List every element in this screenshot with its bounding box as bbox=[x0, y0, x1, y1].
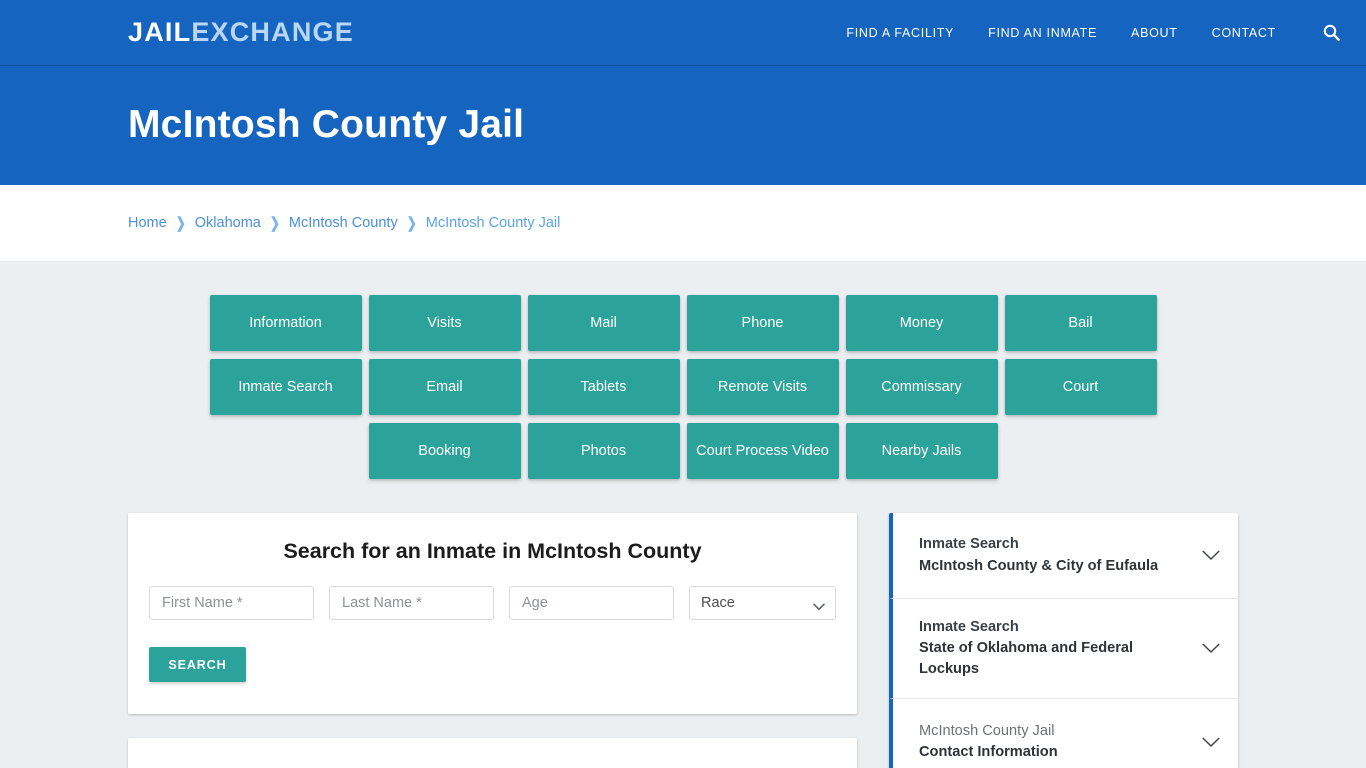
sidebar-item-text: McIntosh County Jail Contact Information bbox=[919, 721, 1190, 763]
breadcrumb-separator-icon: ❯ bbox=[406, 214, 417, 232]
left-column: Search for an Inmate in McIntosh County … bbox=[128, 513, 857, 768]
jail-information-card: McIntosh County Jail Information bbox=[128, 738, 857, 768]
tab-money[interactable]: Money bbox=[845, 295, 998, 351]
sidebar-item-inmate-search-county[interactable]: Inmate Search McIntosh County & City of … bbox=[889, 513, 1238, 599]
nav-item-about[interactable]: ABOUT bbox=[1131, 26, 1178, 40]
race-select[interactable]: Race bbox=[689, 586, 836, 620]
age-input[interactable] bbox=[509, 586, 674, 620]
breadcrumb-item-mcintosh-county[interactable]: McIntosh County bbox=[289, 215, 398, 231]
site-logo[interactable]: JAILEXCHANGE bbox=[128, 19, 354, 46]
nav-item-find-a-facility[interactable]: FIND A FACILITY bbox=[846, 26, 954, 40]
tab-booking[interactable]: Booking bbox=[368, 423, 521, 479]
sidebar-item-line1: McIntosh County Jail bbox=[919, 723, 1055, 740]
tab-tablets[interactable]: Tablets bbox=[527, 359, 680, 415]
last-name-input[interactable] bbox=[329, 586, 494, 620]
tab-phone[interactable]: Phone bbox=[686, 295, 839, 351]
breadcrumb-bar: Home ❯ Oklahoma ❯ McIntosh County ❯ McIn… bbox=[0, 185, 1366, 262]
tab-commissary[interactable]: Commissary bbox=[845, 359, 998, 415]
breadcrumb-item-oklahoma[interactable]: Oklahoma bbox=[195, 215, 261, 231]
tab-inmate-search[interactable]: Inmate Search bbox=[209, 359, 362, 415]
tab-court-process-video[interactable]: Court Process Video bbox=[686, 423, 839, 479]
tab-mail[interactable]: Mail bbox=[527, 295, 680, 351]
nav-item-contact[interactable]: CONTACT bbox=[1212, 26, 1276, 40]
inmate-search-heading: Search for an Inmate in McIntosh County bbox=[283, 539, 702, 563]
logo-text-secondary: EXCHANGE bbox=[191, 17, 354, 47]
sidebar-accordion: Inmate Search McIntosh County & City of … bbox=[889, 513, 1238, 768]
sidebar-item-line1: Inmate Search bbox=[919, 536, 1019, 553]
sidebar-item-inmate-search-state[interactable]: Inmate Search State of Oklahoma and Fede… bbox=[889, 599, 1238, 700]
tab-information[interactable]: Information bbox=[209, 295, 362, 351]
hero-banner: McIntosh County Jail bbox=[0, 65, 1366, 185]
breadcrumb-separator-icon: ❯ bbox=[269, 214, 280, 232]
sidebar-item-text: Inmate Search McIntosh County & City of … bbox=[919, 534, 1190, 576]
sidebar-item-line2: State of Oklahoma and Federal Lockups bbox=[919, 640, 1134, 678]
breadcrumb-item-current[interactable]: McIntosh County Jail bbox=[426, 215, 561, 231]
chevron-down-icon[interactable] bbox=[1200, 545, 1222, 567]
chevron-down-icon[interactable] bbox=[1200, 638, 1222, 660]
tab-court[interactable]: Court bbox=[1004, 359, 1157, 415]
sidebar-item-line2: McIntosh County & City of Eufaula bbox=[919, 557, 1159, 574]
sidebar-item-text: Inmate Search State of Oklahoma and Fede… bbox=[919, 617, 1190, 680]
breadcrumb-separator-icon: ❯ bbox=[175, 214, 186, 232]
logo-text-primary: JAIL bbox=[128, 17, 192, 47]
page-body: Information Visits Mail Phone Money Bail… bbox=[0, 262, 1366, 768]
search-icon[interactable] bbox=[1320, 22, 1342, 44]
top-navigation-bar: JAILEXCHANGE FIND A FACILITY FIND AN INM… bbox=[0, 0, 1366, 65]
right-column: Inmate Search McIntosh County & City of … bbox=[889, 513, 1238, 768]
sidebar-item-line2: Contact Information bbox=[919, 744, 1058, 761]
chevron-down-icon[interactable] bbox=[1200, 731, 1222, 753]
breadcrumb-item-home[interactable]: Home bbox=[128, 215, 167, 231]
tab-bail[interactable]: Bail bbox=[1004, 295, 1157, 351]
breadcrumb: Home ❯ Oklahoma ❯ McIntosh County ❯ McIn… bbox=[128, 214, 561, 232]
tab-visits[interactable]: Visits bbox=[368, 295, 521, 351]
inmate-search-card: Search for an Inmate in McIntosh County … bbox=[128, 513, 857, 714]
tab-nearby-jails[interactable]: Nearby Jails bbox=[845, 423, 998, 479]
main-content: Search for an Inmate in McIntosh County … bbox=[128, 479, 1238, 768]
tab-email[interactable]: Email bbox=[368, 359, 521, 415]
race-select-wrapper: Race bbox=[689, 586, 836, 620]
facility-topic-buttons: Information Visits Mail Phone Money Bail… bbox=[134, 295, 1232, 479]
nav-item-find-an-inmate[interactable]: FIND AN INMATE bbox=[988, 26, 1097, 40]
main-nav: FIND A FACILITY FIND AN INMATE ABOUT CON… bbox=[846, 22, 1342, 44]
sidebar-item-line1: Inmate Search bbox=[919, 619, 1019, 635]
inmate-search-form: Race bbox=[148, 586, 837, 620]
tab-photos[interactable]: Photos bbox=[527, 423, 680, 479]
first-name-input[interactable] bbox=[149, 586, 314, 620]
search-submit-button[interactable]: SEARCH bbox=[149, 647, 246, 682]
page-title: McIntosh County Jail bbox=[128, 103, 525, 147]
tab-remote-visits[interactable]: Remote Visits bbox=[686, 359, 839, 415]
sidebar-item-contact-information[interactable]: McIntosh County Jail Contact Information bbox=[889, 699, 1238, 768]
